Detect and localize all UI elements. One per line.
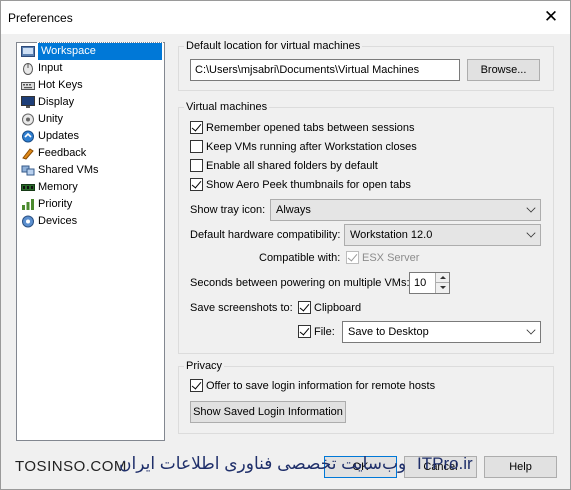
nav-item-label: Unity [38,113,64,125]
nav-item-label: Hot Keys [38,79,83,91]
spin-down-icon[interactable] [435,283,449,293]
title-bar: Preferences ✕ [1,1,570,34]
checkbox-box[interactable] [190,379,203,392]
checkbox-label: Remember opened tabs between sessions [206,121,415,134]
chevron-down-icon [526,203,536,213]
nav-item-devices[interactable]: Devices [17,213,164,230]
nav-item-input[interactable]: Input [17,60,164,77]
unity-icon [22,113,34,126]
tray-icon-select[interactable]: Always [270,199,541,221]
memory-icon [21,184,35,191]
checkbox-box[interactable] [190,178,203,191]
checkbox-label: Keep VMs running after Workstation close… [206,140,417,153]
nav-item-updates[interactable]: Updates [17,128,164,145]
seconds-value: 10 [414,277,427,289]
checkbox-label: Clipboard [314,301,362,314]
chevron-down-icon [526,228,536,238]
offer-save-login-checkbox[interactable]: Offer to save login information for remo… [190,379,435,392]
close-icon[interactable]: ✕ [540,7,562,27]
checkbox-label: Enable all shared folders by default [206,159,378,172]
nav-item-label: Shared VMs [38,164,99,176]
vm-location-input[interactable]: C:\Users\mjsabri\Documents\Virtual Machi… [190,59,460,81]
aero-peek-checkbox[interactable]: Show Aero Peek thumbnails for open tabs [190,178,411,191]
nav-item-label: Updates [38,130,79,142]
checkbox-box[interactable] [298,325,311,338]
checkbox-box[interactable] [298,301,311,314]
checkbox-label: File: [314,325,335,338]
save-screenshots-label: Save screenshots to: [190,302,293,314]
priority-icon [22,199,34,210]
browse-button[interactable]: Browse... [467,59,540,81]
seconds-label: Seconds between powering on multiple VMs… [190,277,410,289]
nav-item-label: Display [38,96,75,108]
nav-item-label: Feedback [38,147,87,159]
compatible-with-label: Compatible with: [259,252,341,264]
seconds-spinner[interactable]: 10 [409,272,450,294]
preferences-window: Preferences ✕ Workspace Input Hot Keys D… [0,0,571,490]
keep-vms-running-checkbox[interactable]: Keep VMs running after Workstation close… [190,140,417,153]
enable-shared-folders-checkbox[interactable]: Enable all shared folders by default [190,159,378,172]
nav-item-label: Memory [38,181,78,193]
nav-item-label: Devices [38,215,78,227]
devices-icon [22,215,34,228]
checkbox-label: Offer to save login information for remo… [206,379,436,392]
checkbox-box[interactable] [190,121,203,134]
hw-compat-label: Default hardware compatibility: [190,229,341,241]
checkbox-label: ESX Server [362,251,420,264]
checkbox-box [346,251,359,264]
tray-icon-label: Show tray icon: [190,204,266,216]
checkbox-label: Show Aero Peek thumbnails for open tabs [206,178,411,191]
nav-item-label: Priority [38,198,73,210]
workspace-icon [21,46,35,57]
watermark-itpro: ITPro.ir [417,454,473,473]
checkbox-box[interactable] [190,159,203,172]
nav-item-label: Input [38,62,63,74]
shared-vms-icon [21,165,35,176]
location-legend: Default location for virtual machines [186,40,361,52]
nav-item-hot-keys[interactable]: Hot Keys [17,77,164,94]
watermark-persian: وب‌سایت تخصصی فناوری اطلاعات ایران [119,454,407,473]
watermark-tosinso: TOSINSO.COM [15,458,127,475]
chevron-down-icon [526,325,536,335]
feedback-icon [22,148,34,160]
nav-item-feedback[interactable]: Feedback [17,145,164,162]
checkbox-box[interactable] [190,140,203,153]
hw-compat-value: Workstation 12.0 [350,229,433,241]
mouse-icon [23,63,33,75]
window-title: Preferences [8,11,73,25]
remember-tabs-checkbox[interactable]: Remember opened tabs between sessions [190,121,415,134]
esx-server-checkbox: ESX Server [346,251,419,264]
nav-item-label: Workspace [37,42,163,61]
show-saved-login-button[interactable]: Show Saved Login Information [190,401,346,423]
nav-item-memory[interactable]: Memory [17,179,164,196]
nav-item-workspace[interactable]: Workspace [17,42,164,61]
file-checkbox[interactable]: File: [298,325,335,338]
screenshot-destination-value: Save to Desktop [348,326,429,338]
category-list[interactable]: Workspace Input Hot Keys Display Unity U… [16,42,165,441]
privacy-legend: Privacy [186,360,223,372]
tray-icon-value: Always [276,204,311,216]
nav-item-display[interactable]: Display [17,94,164,111]
keyboard-icon [21,82,35,90]
help-button[interactable]: Help [484,456,557,478]
nav-item-shared-vms[interactable]: Shared VMs [17,162,164,179]
nav-item-unity[interactable]: Unity [17,111,164,128]
updates-icon [22,130,34,143]
clipboard-checkbox[interactable]: Clipboard [298,301,361,314]
monitor-icon [21,96,35,108]
screenshot-destination-select[interactable]: Save to Desktop [342,321,541,343]
vm-legend: Virtual machines [186,101,268,113]
hw-compat-select[interactable]: Workstation 12.0 [344,224,541,246]
nav-item-priority[interactable]: Priority [17,196,164,213]
spin-up-icon[interactable] [435,273,449,283]
